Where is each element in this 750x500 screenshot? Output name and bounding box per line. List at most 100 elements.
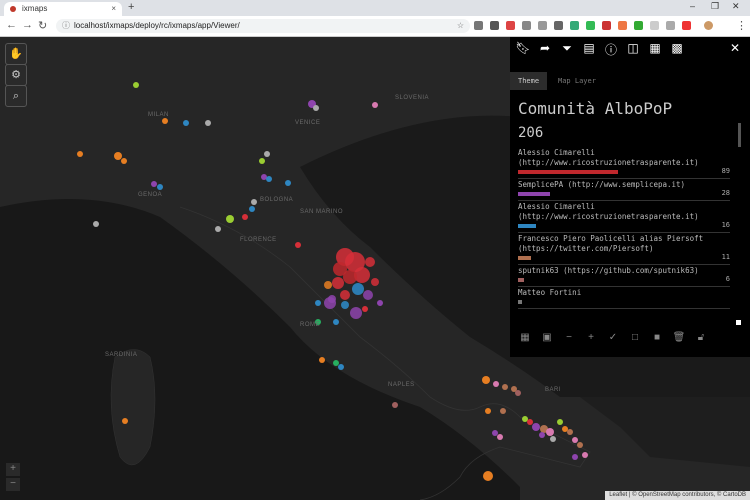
map-marker[interactable] <box>546 428 554 436</box>
map-marker[interactable] <box>324 297 336 309</box>
plus-icon[interactable]: + <box>584 332 598 343</box>
map-marker[interactable] <box>485 408 491 414</box>
extension-icon[interactable] <box>570 21 579 30</box>
map-marker[interactable] <box>259 158 265 164</box>
pan-hand-button[interactable]: ✋ <box>5 43 27 65</box>
extension-icon[interactable] <box>490 21 499 30</box>
map-marker[interactable] <box>371 278 379 286</box>
extension-icon[interactable] <box>554 21 563 30</box>
map-marker[interactable] <box>122 418 128 424</box>
share-icon[interactable]: ➦ <box>536 41 554 55</box>
map-marker[interactable] <box>264 151 270 157</box>
maximize-button[interactable]: ❐ <box>711 1 719 12</box>
map-marker[interactable] <box>340 290 350 300</box>
minus-icon[interactable]: − <box>562 332 576 343</box>
zoom-in-button[interactable]: + <box>6 463 20 476</box>
map-marker[interactable] <box>341 301 349 309</box>
map-marker[interactable] <box>157 184 163 190</box>
forward-button[interactable]: → <box>22 19 33 31</box>
map-marker[interactable] <box>333 360 339 366</box>
map-marker[interactable] <box>557 419 563 425</box>
extension-icon[interactable] <box>538 21 547 30</box>
panel-close-icon[interactable]: ✕ <box>726 41 744 55</box>
back-button[interactable]: ← <box>6 19 17 31</box>
map-marker[interactable] <box>550 436 556 442</box>
extension-icon[interactable] <box>522 21 531 30</box>
map-marker[interactable] <box>151 181 157 187</box>
extension-icon[interactable] <box>474 21 483 30</box>
map-marker[interactable] <box>493 381 499 387</box>
map-marker[interactable] <box>77 151 83 157</box>
map-marker[interactable] <box>482 376 490 384</box>
map-marker[interactable] <box>362 306 368 312</box>
lock-icon[interactable]: 🔓︎ <box>694 332 708 343</box>
map-marker[interactable] <box>343 270 357 284</box>
bookmark-star-icon[interactable]: ☆ <box>457 19 464 33</box>
map-marker[interactable] <box>350 307 362 319</box>
map-marker[interactable] <box>365 257 375 267</box>
settings-gear-button[interactable]: ⚙ <box>5 64 27 86</box>
window-close-button[interactable]: ✕ <box>732 1 740 12</box>
panel-resize-handle[interactable] <box>736 320 741 325</box>
map-marker[interactable] <box>114 152 122 160</box>
extension-icon[interactable] <box>682 21 691 30</box>
legend-item[interactable]: Alessio Cimarelli (http://www.ricostruzi… <box>518 147 730 179</box>
map-marker[interactable] <box>226 215 234 223</box>
map-marker[interactable] <box>93 221 99 227</box>
reload-button[interactable]: ↻ <box>38 19 47 32</box>
map-marker[interactable] <box>205 120 211 126</box>
map-marker[interactable] <box>372 102 378 108</box>
bookmark-icon[interactable]: 🔖︎ <box>514 41 532 55</box>
legend-item[interactable]: Francesco Piero Paolicelli alias Piersof… <box>518 233 730 265</box>
map-marker[interactable] <box>313 105 319 111</box>
zoom-out-button[interactable]: − <box>6 478 20 491</box>
filter-icon[interactable]: ⏷ <box>558 41 576 56</box>
map-marker[interactable] <box>562 426 568 432</box>
square-fill-icon[interactable]: ■ <box>650 332 664 343</box>
map-marker[interactable] <box>500 408 506 414</box>
extension-icon[interactable] <box>618 21 627 30</box>
map-marker[interactable] <box>572 454 578 460</box>
map-marker[interactable] <box>539 432 545 438</box>
info-icon[interactable]: ⓘ <box>602 41 620 58</box>
browser-tab[interactable]: ixmaps × <box>4 2 122 16</box>
grid-small-icon[interactable]: ▦ <box>518 332 532 343</box>
trash-icon[interactable]: 🗑︎ <box>672 332 686 343</box>
map-marker[interactable] <box>319 357 325 363</box>
tab-close-icon[interactable]: × <box>111 2 116 16</box>
map-icon[interactable]: ▤ <box>580 41 598 55</box>
columns-icon[interactable]: ◫ <box>624 41 642 55</box>
url-text[interactable]: localhost/ixmaps/deploy/rc/ixmaps/app/Vi… <box>74 19 240 33</box>
map-marker[interactable] <box>567 429 573 435</box>
legend-item[interactable]: sputnik63 (https://github.com/sputnik63)… <box>518 265 730 287</box>
map-marker[interactable] <box>215 226 221 232</box>
map-marker[interactable] <box>483 471 493 481</box>
map-marker[interactable] <box>522 416 528 422</box>
extension-icon[interactable] <box>602 21 611 30</box>
grid-large-icon[interactable]: ▣ <box>540 332 554 343</box>
map-marker[interactable] <box>133 82 139 88</box>
map-marker[interactable] <box>532 423 540 431</box>
map-marker[interactable] <box>333 319 339 325</box>
map-marker[interactable] <box>515 390 521 396</box>
map-marker[interactable] <box>338 364 344 370</box>
extension-icon[interactable] <box>586 21 595 30</box>
legend-item[interactable]: Matteo Fortini <box>518 287 730 309</box>
panel-scrollbar[interactable] <box>738 123 741 147</box>
minimize-button[interactable]: – <box>690 1 695 11</box>
square-outline-icon[interactable]: □ <box>628 332 642 343</box>
legend-item[interactable]: SemplicePA (http://www.semplicepa.it) 28 <box>518 179 730 201</box>
map-marker[interactable] <box>249 206 255 212</box>
map-marker[interactable] <box>295 242 301 248</box>
map-marker[interactable] <box>497 434 503 440</box>
legend-item[interactable]: Alessio Cimarelli (http://www.ricostruzi… <box>518 201 730 233</box>
map-marker[interactable] <box>266 176 272 182</box>
map-marker[interactable] <box>242 214 248 220</box>
site-info-icon[interactable]: ⓘ <box>62 19 70 33</box>
map-marker[interactable] <box>251 199 257 205</box>
extension-icon[interactable] <box>506 21 515 30</box>
search-button[interactable]: ⌕ <box>5 85 27 107</box>
map-marker[interactable] <box>377 300 383 306</box>
map-marker[interactable] <box>121 158 127 164</box>
map-marker[interactable] <box>363 290 373 300</box>
